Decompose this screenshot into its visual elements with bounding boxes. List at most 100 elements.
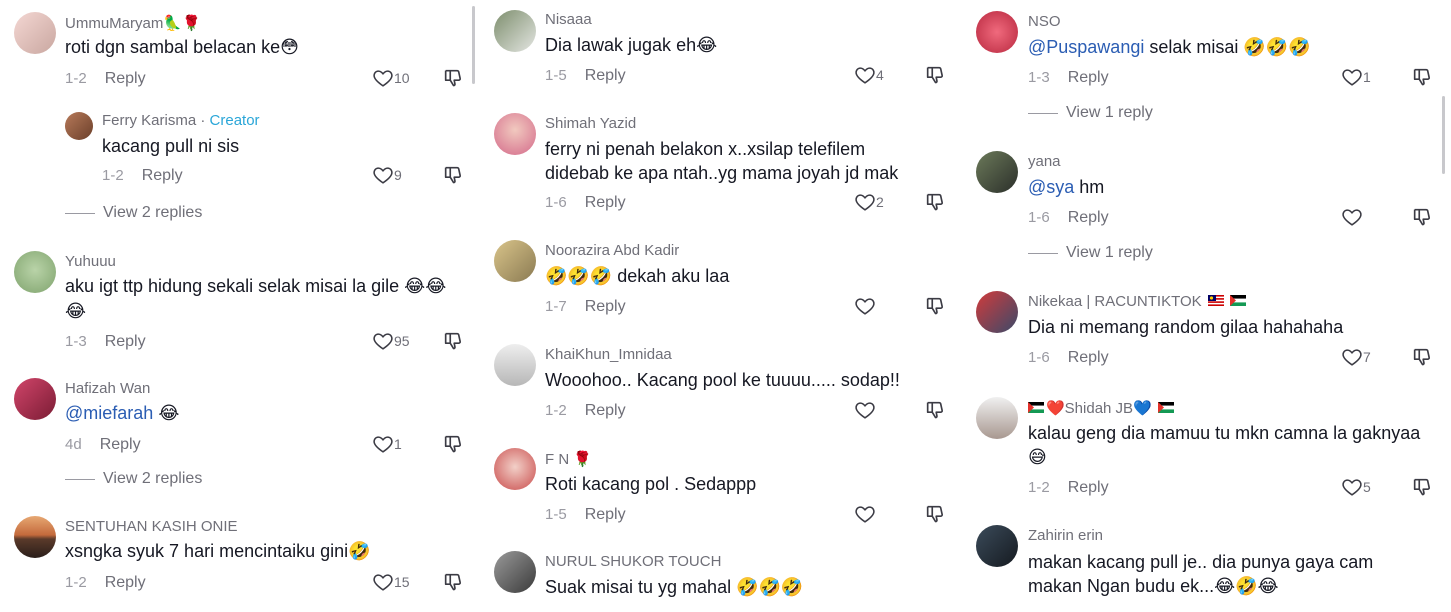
comment-username[interactable]: UmmuMaryam🦜🌹 bbox=[65, 14, 201, 32]
reply-button[interactable]: Reply bbox=[105, 70, 146, 87]
view-replies-button[interactable]: View 2 replies bbox=[65, 470, 202, 488]
thumbs-down-icon[interactable] bbox=[1411, 206, 1433, 228]
avatar[interactable] bbox=[494, 448, 536, 490]
view-replies-button[interactable]: View 1 reply bbox=[1028, 104, 1153, 122]
comment-text: xsngka syuk 7 hari mencintaiku gini🤣 bbox=[65, 541, 371, 561]
avatar[interactable] bbox=[14, 12, 56, 54]
avatar[interactable] bbox=[976, 397, 1018, 439]
thumbs-down-icon[interactable] bbox=[924, 399, 946, 421]
like-button[interactable]: 1 bbox=[1341, 66, 1371, 88]
mention-link[interactable]: @sya bbox=[1028, 177, 1074, 197]
scrollbar[interactable] bbox=[472, 6, 475, 84]
thumbs-down-icon[interactable] bbox=[1411, 346, 1433, 368]
like-button[interactable]: 10 bbox=[372, 67, 410, 89]
comment-username[interactable]: Yuhuuu bbox=[65, 253, 116, 270]
like-count: 10 bbox=[394, 70, 410, 86]
comment-username[interactable]: yana bbox=[1028, 153, 1061, 170]
view-replies-label: View 2 replies bbox=[103, 204, 203, 221]
palestine-flag-icon bbox=[1157, 402, 1174, 413]
reply-button[interactable]: Reply bbox=[142, 167, 183, 184]
view-replies-button[interactable]: View 1 reply bbox=[1028, 244, 1153, 262]
comment-username[interactable]: Nisaaa bbox=[545, 11, 592, 28]
avatar[interactable] bbox=[976, 151, 1018, 193]
mention-link[interactable]: @miefarah bbox=[65, 403, 153, 423]
avatar[interactable] bbox=[65, 112, 93, 140]
comment-meta: 1-2 Reply bbox=[102, 167, 183, 185]
thumbs-down-icon[interactable] bbox=[1411, 66, 1433, 88]
reply-button[interactable]: Reply bbox=[1068, 69, 1109, 86]
thumbs-down-icon[interactable] bbox=[442, 67, 464, 89]
thumbs-down-icon[interactable] bbox=[924, 191, 946, 213]
reply-button[interactable]: Reply bbox=[105, 333, 146, 350]
comment-username[interactable]: Hafizah Wan bbox=[65, 380, 150, 397]
like-button[interactable]: 5 bbox=[1341, 476, 1371, 498]
thumbs-down-icon[interactable] bbox=[924, 503, 946, 525]
reply-button[interactable]: Reply bbox=[585, 194, 626, 211]
view-replies-button[interactable]: View 2 replies bbox=[65, 204, 202, 222]
comment-meta: 1-2 Reply bbox=[65, 70, 146, 88]
avatar[interactable] bbox=[976, 291, 1018, 333]
like-count: 1 bbox=[1363, 69, 1371, 85]
avatar[interactable] bbox=[494, 551, 536, 593]
like-button[interactable] bbox=[1341, 206, 1363, 228]
comment-username[interactable]: NSO bbox=[1028, 13, 1061, 30]
like-button[interactable] bbox=[854, 399, 876, 421]
like-button[interactable]: 15 bbox=[372, 571, 410, 593]
thumbs-down-icon[interactable] bbox=[1411, 476, 1433, 498]
reply-button[interactable]: Reply bbox=[585, 506, 626, 523]
comment-username[interactable]: SENTUHAN KASIH ONIE bbox=[65, 518, 238, 535]
comment-username[interactable]: KhaiKhun_Imnidaa bbox=[545, 346, 672, 363]
thumbs-down-icon[interactable] bbox=[442, 571, 464, 593]
reply-button[interactable]: Reply bbox=[585, 298, 626, 315]
comment-username[interactable]: Shimah Yazid bbox=[545, 115, 636, 132]
avatar[interactable] bbox=[14, 251, 56, 293]
thumbs-down-icon[interactable] bbox=[442, 433, 464, 455]
avatar[interactable] bbox=[976, 525, 1018, 567]
comment-text-line2: makan Ngan budu ek...😂🤣😂 bbox=[1028, 576, 1279, 596]
thumbs-down-icon[interactable] bbox=[924, 295, 946, 317]
reply-button[interactable]: Reply bbox=[1068, 479, 1109, 496]
comment-username[interactable]: Zahirin erin bbox=[1028, 527, 1103, 544]
avatar[interactable] bbox=[14, 378, 56, 420]
view-replies-label: View 1 reply bbox=[1066, 104, 1153, 121]
like-button[interactable]: 1 bbox=[372, 433, 402, 455]
comment-time: 4d bbox=[65, 436, 82, 453]
scrollbar[interactable] bbox=[1442, 96, 1445, 174]
comment-username[interactable]: ❤️Shidah JB💙 bbox=[1028, 399, 1174, 417]
comment-username[interactable]: NURUL SHUKOR TOUCH bbox=[545, 553, 721, 570]
thumbs-down-icon[interactable] bbox=[442, 164, 464, 186]
thumbs-down-icon[interactable] bbox=[442, 330, 464, 352]
like-button[interactable]: 7 bbox=[1341, 346, 1371, 368]
palestine-flag-icon bbox=[1230, 295, 1247, 306]
comment-username[interactable]: F N 🌹 bbox=[545, 450, 592, 468]
thumbs-down-icon[interactable] bbox=[924, 64, 946, 86]
reply-button[interactable]: Reply bbox=[585, 402, 626, 419]
like-button[interactable]: 95 bbox=[372, 330, 410, 352]
like-button[interactable] bbox=[854, 295, 876, 317]
comment-username[interactable]: Ferry Karisma · Creator bbox=[102, 112, 260, 129]
avatar[interactable] bbox=[14, 516, 56, 558]
comment-username[interactable]: Noorazira Abd Kadir bbox=[545, 242, 679, 259]
reply-button[interactable]: Reply bbox=[1068, 209, 1109, 226]
avatar[interactable] bbox=[494, 113, 536, 155]
comment-username[interactable]: Nikekaa | RACUNTIKTOK bbox=[1028, 293, 1247, 310]
avatar[interactable] bbox=[494, 344, 536, 386]
avatar[interactable] bbox=[494, 10, 536, 52]
reply-button[interactable]: Reply bbox=[105, 574, 146, 591]
like-button[interactable]: 4 bbox=[854, 64, 884, 86]
like-button[interactable]: 9 bbox=[372, 164, 402, 186]
mention-link[interactable]: @Puspawangi bbox=[1028, 37, 1144, 57]
reply-button[interactable]: Reply bbox=[1068, 349, 1109, 366]
like-count: 4 bbox=[876, 67, 884, 83]
avatar[interactable] bbox=[976, 11, 1018, 53]
comment-text: @miefarah 😂 bbox=[65, 400, 179, 426]
creator-badge: Creator bbox=[209, 112, 260, 129]
comment-text: @Puspawangi selak misai 🤣🤣🤣 bbox=[1028, 34, 1311, 60]
heart-outline-icon bbox=[854, 503, 876, 525]
reply-button[interactable]: Reply bbox=[585, 67, 626, 84]
like-button[interactable] bbox=[854, 503, 876, 525]
comment-meta: 1-3 Reply bbox=[1028, 69, 1109, 87]
reply-button[interactable]: Reply bbox=[100, 436, 141, 453]
like-button[interactable]: 2 bbox=[854, 191, 884, 213]
avatar[interactable] bbox=[494, 240, 536, 282]
